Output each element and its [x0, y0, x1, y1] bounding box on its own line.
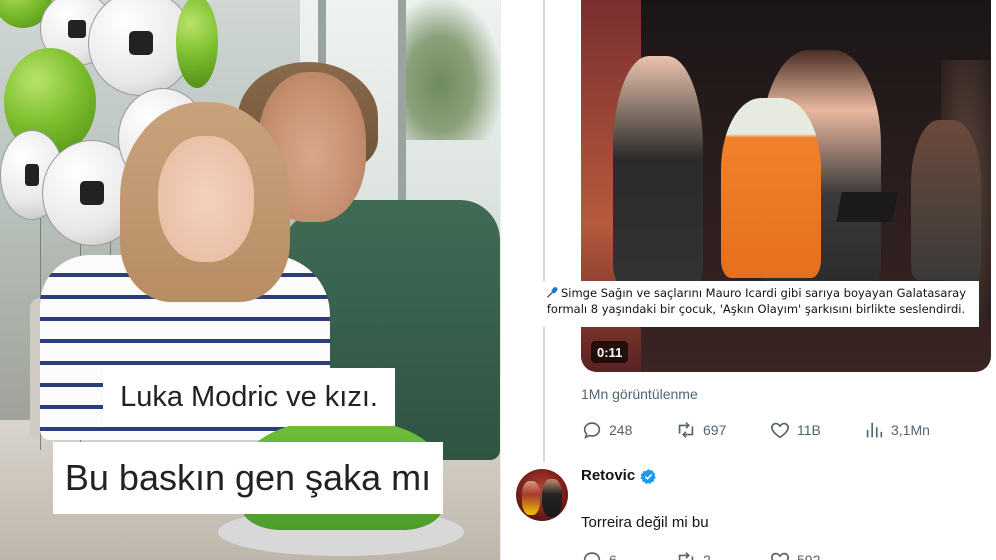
retweet-count: 697 [703, 422, 727, 438]
heart-icon [771, 422, 789, 439]
retweet-button[interactable]: 697 [675, 416, 726, 444]
subtitle-text-2: formalı 8 yaşındaki bir çocuk, 'Aşkın Ol… [546, 302, 966, 316]
tweet-panel: Simge Sağın ve saçlarını Mauro Icardi gi… [501, 0, 996, 560]
reply-reply-count: 6 [609, 552, 617, 560]
avatar[interactable] [516, 469, 568, 521]
music-stand [836, 192, 898, 222]
views-button[interactable]: 3,1Mn [863, 416, 930, 444]
heart-icon [771, 552, 789, 560]
reply-text: Torreira değil mi bu [581, 514, 709, 531]
photo-panel: Luka Modric ve kızı. Bu baskın gen şaka … [0, 0, 500, 560]
video-subtitle: Simge Sağın ve saçlarını Mauro Icardi gi… [533, 281, 979, 327]
girl-face [158, 136, 254, 262]
thread-line [543, 0, 545, 462]
reply-like-count: 592 [797, 552, 821, 560]
reply-retweet-count: 2 [703, 552, 711, 560]
like-count: 11B [797, 422, 821, 438]
dancer [613, 56, 703, 286]
speech-bubble-icon [583, 422, 601, 439]
tweet-actions: 248 697 11B 3,1Mn [581, 416, 981, 444]
reply-author[interactable]: Retovic [581, 467, 635, 484]
caption-bottom: Bu baskın gen şaka mı [53, 442, 443, 514]
speech-bubble-icon [583, 552, 601, 560]
background-person [911, 120, 981, 280]
reply-button[interactable]: 248 [581, 416, 632, 444]
trees-outside [400, 0, 500, 140]
caption-top: Luka Modric ve kızı. [103, 368, 395, 426]
retweet-icon [678, 422, 694, 438]
like-button[interactable]: 11B [769, 416, 821, 444]
reply-like-button[interactable]: 592 [769, 546, 820, 560]
bar-chart-icon [866, 422, 883, 438]
retweet-icon [678, 552, 694, 560]
reply-retweet-button[interactable]: 2 [675, 546, 711, 560]
subtitle-text-1: Simge Sağın ve saçlarını Mauro Icardi gi… [560, 286, 967, 300]
reply-tweet[interactable]: Retovic Torreira değil mi bu 6 2 592 [501, 462, 996, 560]
verified-badge-icon [640, 469, 656, 485]
reply-reply-button[interactable]: 6 [581, 546, 617, 560]
subtitle-line-1: Simge Sağın ve saçlarını Mauro Icardi gi… [541, 285, 971, 301]
green-balloon [176, 0, 218, 88]
child-performer [721, 98, 821, 278]
view-count[interactable]: 1Mn görüntülenme [581, 386, 698, 402]
video-duration: 0:11 [591, 341, 629, 363]
reply-actions: 6 2 592 [581, 546, 981, 560]
microphone-icon [546, 287, 558, 298]
reply-count: 248 [609, 422, 633, 438]
views-count: 3,1Mn [891, 422, 930, 438]
